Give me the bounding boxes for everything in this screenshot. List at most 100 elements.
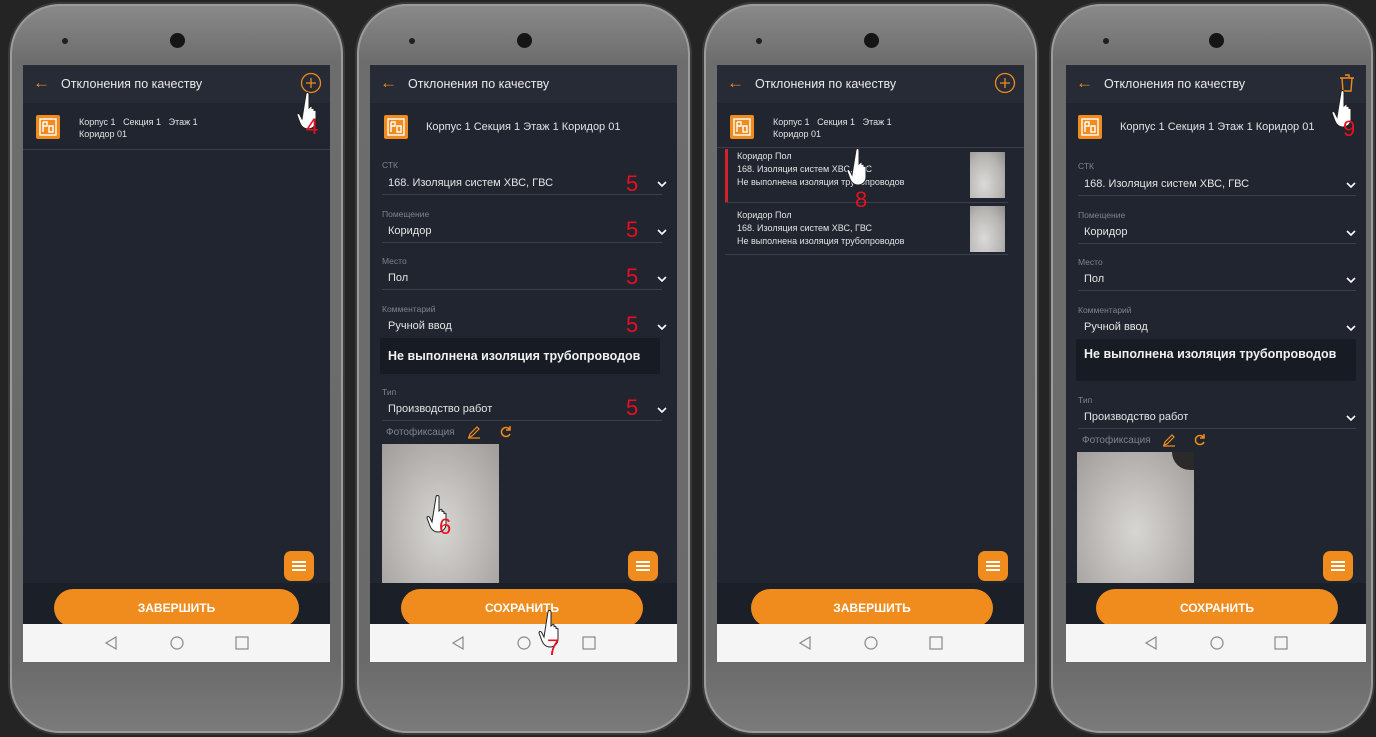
nav-back-icon[interactable] (104, 635, 118, 651)
nav-home-icon[interactable] (863, 635, 879, 651)
nav-back-icon[interactable] (1144, 635, 1158, 651)
page-title: Отклонения по качеству (755, 77, 897, 91)
nav-home-icon[interactable] (1209, 635, 1225, 651)
step-number-9: 9 (1343, 116, 1356, 141)
chevron-down-icon[interactable] (657, 179, 667, 189)
app-bar: ← Отклонения по качеству (23, 65, 330, 103)
room-select[interactable]: Коридор (388, 225, 431, 237)
menu-fab-button[interactable] (628, 551, 658, 581)
refresh-icon[interactable] (1193, 433, 1207, 447)
chevron-down-icon[interactable] (1346, 180, 1356, 190)
type-select[interactable]: Производство работ (1084, 411, 1188, 423)
comment-select[interactable]: Ручной ввод (1084, 321, 1148, 333)
location-full: Корпус 1 Секция 1 Этаж 1 Коридор 01 (1120, 121, 1315, 133)
chevron-down-icon[interactable] (657, 274, 667, 284)
app-bar: ← Отклонения по качеству (1066, 65, 1366, 103)
nav-home-icon[interactable] (169, 635, 185, 651)
menu-fab-button[interactable] (1323, 551, 1353, 581)
korpus-label: Корпус 1 (79, 117, 116, 127)
chevron-down-icon[interactable] (657, 227, 667, 237)
comment-textarea[interactable]: Не выполнена изоляция трубопроводов (1076, 339, 1356, 381)
chevron-down-icon[interactable] (657, 405, 667, 415)
nav-recents-icon[interactable] (581, 635, 597, 651)
chevron-down-icon[interactable] (1346, 275, 1356, 285)
step-number-4: 4 (306, 114, 319, 139)
save-button[interactable]: СОХРАНИТЬ (401, 589, 643, 627)
divider (1078, 290, 1356, 291)
nav-recents-icon[interactable] (1273, 635, 1289, 651)
type-select[interactable]: Производство работ (388, 403, 492, 415)
divider (382, 242, 662, 243)
field-label-room: Помещение (382, 209, 430, 219)
item-line-1: Коридор Пол (737, 151, 792, 161)
nav-home-icon[interactable] (516, 635, 532, 651)
app-bar: ← Отклонения по качеству (370, 65, 677, 103)
phone-frame-3: ← Отклонения по качеству Корпус 1 Секция… (704, 4, 1037, 733)
app-bar: ← Отклонения по качеству (717, 65, 1024, 103)
item-photo-thumbnail (970, 206, 1005, 252)
chevron-down-icon[interactable] (657, 322, 667, 332)
page-title: Отклонения по качеству (1104, 77, 1246, 91)
stk-select[interactable]: 168. Изоляция систем ХВС, ГВС (1084, 178, 1249, 190)
object-logo-icon (36, 115, 60, 139)
screen-form-new: ← Отклонения по качеству Корпус 1 Секция… (370, 65, 677, 662)
chevron-down-icon[interactable] (1346, 228, 1356, 238)
room-label: Коридор 01 (79, 129, 128, 139)
nav-recents-icon[interactable] (234, 635, 250, 651)
phone-frame-4: ← Отклонения по качеству Корпус 1 Секция… (1051, 4, 1373, 733)
pencil-icon[interactable] (467, 425, 481, 439)
menu-fab-button[interactable] (284, 551, 314, 581)
location-line-1[interactable]: Корпус 1 Секция 1 Этаж 1 (773, 117, 892, 128)
nav-back-icon[interactable] (451, 635, 465, 651)
location-line-1[interactable]: Корпус 1 Секция 1 Этаж 1 (79, 117, 198, 128)
arrow-left-icon[interactable]: ← (380, 73, 397, 93)
object-logo-icon (384, 115, 408, 139)
refresh-icon[interactable] (499, 425, 513, 439)
chevron-down-icon[interactable] (1346, 323, 1356, 333)
chevron-down-icon[interactable] (1346, 413, 1356, 423)
item-line-3: Не выполнена изоляция трубопроводов (737, 236, 905, 246)
location-full: Корпус 1 Секция 1 Этаж 1 Коридор 01 (426, 121, 621, 133)
field-label-stk: СТК (1078, 161, 1094, 171)
plus-circle-icon[interactable] (994, 72, 1016, 94)
step-number-5: 5 (626, 395, 639, 420)
divider (382, 420, 662, 421)
arrow-left-icon[interactable]: ← (1076, 73, 1093, 93)
field-label-type: Тип (1078, 395, 1093, 405)
front-camera (864, 33, 879, 48)
system-nav-bar (1066, 624, 1366, 662)
system-nav-bar (23, 624, 330, 662)
sensor-dot (1103, 38, 1109, 44)
save-button[interactable]: СОХРАНИТЬ (1096, 589, 1338, 627)
photo-dark-corner (1172, 452, 1194, 470)
nav-back-icon[interactable] (798, 635, 812, 651)
sensor-dot (409, 38, 415, 44)
photo-thumbnail[interactable] (1077, 452, 1194, 584)
field-label-place: Место (382, 256, 407, 266)
field-label-place: Место (1078, 257, 1103, 267)
korpus-label: Корпус 1 (773, 117, 810, 127)
pencil-icon[interactable] (1162, 433, 1176, 447)
divider (1078, 195, 1356, 196)
field-label-comment: Комментарий (382, 304, 436, 314)
arrow-left-icon[interactable]: ← (33, 73, 50, 93)
divider (1078, 243, 1356, 244)
finish-button[interactable]: ЗАВЕРШИТЬ (751, 589, 993, 627)
divider (382, 289, 662, 290)
place-select[interactable]: Пол (388, 272, 408, 284)
menu-fab-button[interactable] (978, 551, 1008, 581)
place-select[interactable]: Пол (1084, 273, 1104, 285)
finish-button[interactable]: ЗАВЕРШИТЬ (54, 589, 299, 627)
object-logo-icon (730, 115, 754, 139)
room-select[interactable]: Коридор (1084, 226, 1127, 238)
comment-select[interactable]: Ручной ввод (388, 320, 452, 332)
sensor-dot (62, 38, 68, 44)
arrow-left-icon[interactable]: ← (727, 73, 744, 93)
divider (382, 194, 662, 195)
step-number-8: 8 (855, 187, 868, 212)
divider (23, 149, 330, 150)
comment-textarea[interactable]: Не выполнена изоляция трубопроводов (380, 338, 660, 374)
stk-select[interactable]: 168. Изоляция систем ХВС, ГВС (388, 177, 553, 189)
nav-recents-icon[interactable] (928, 635, 944, 651)
floor-label: Этаж 1 (168, 117, 198, 127)
